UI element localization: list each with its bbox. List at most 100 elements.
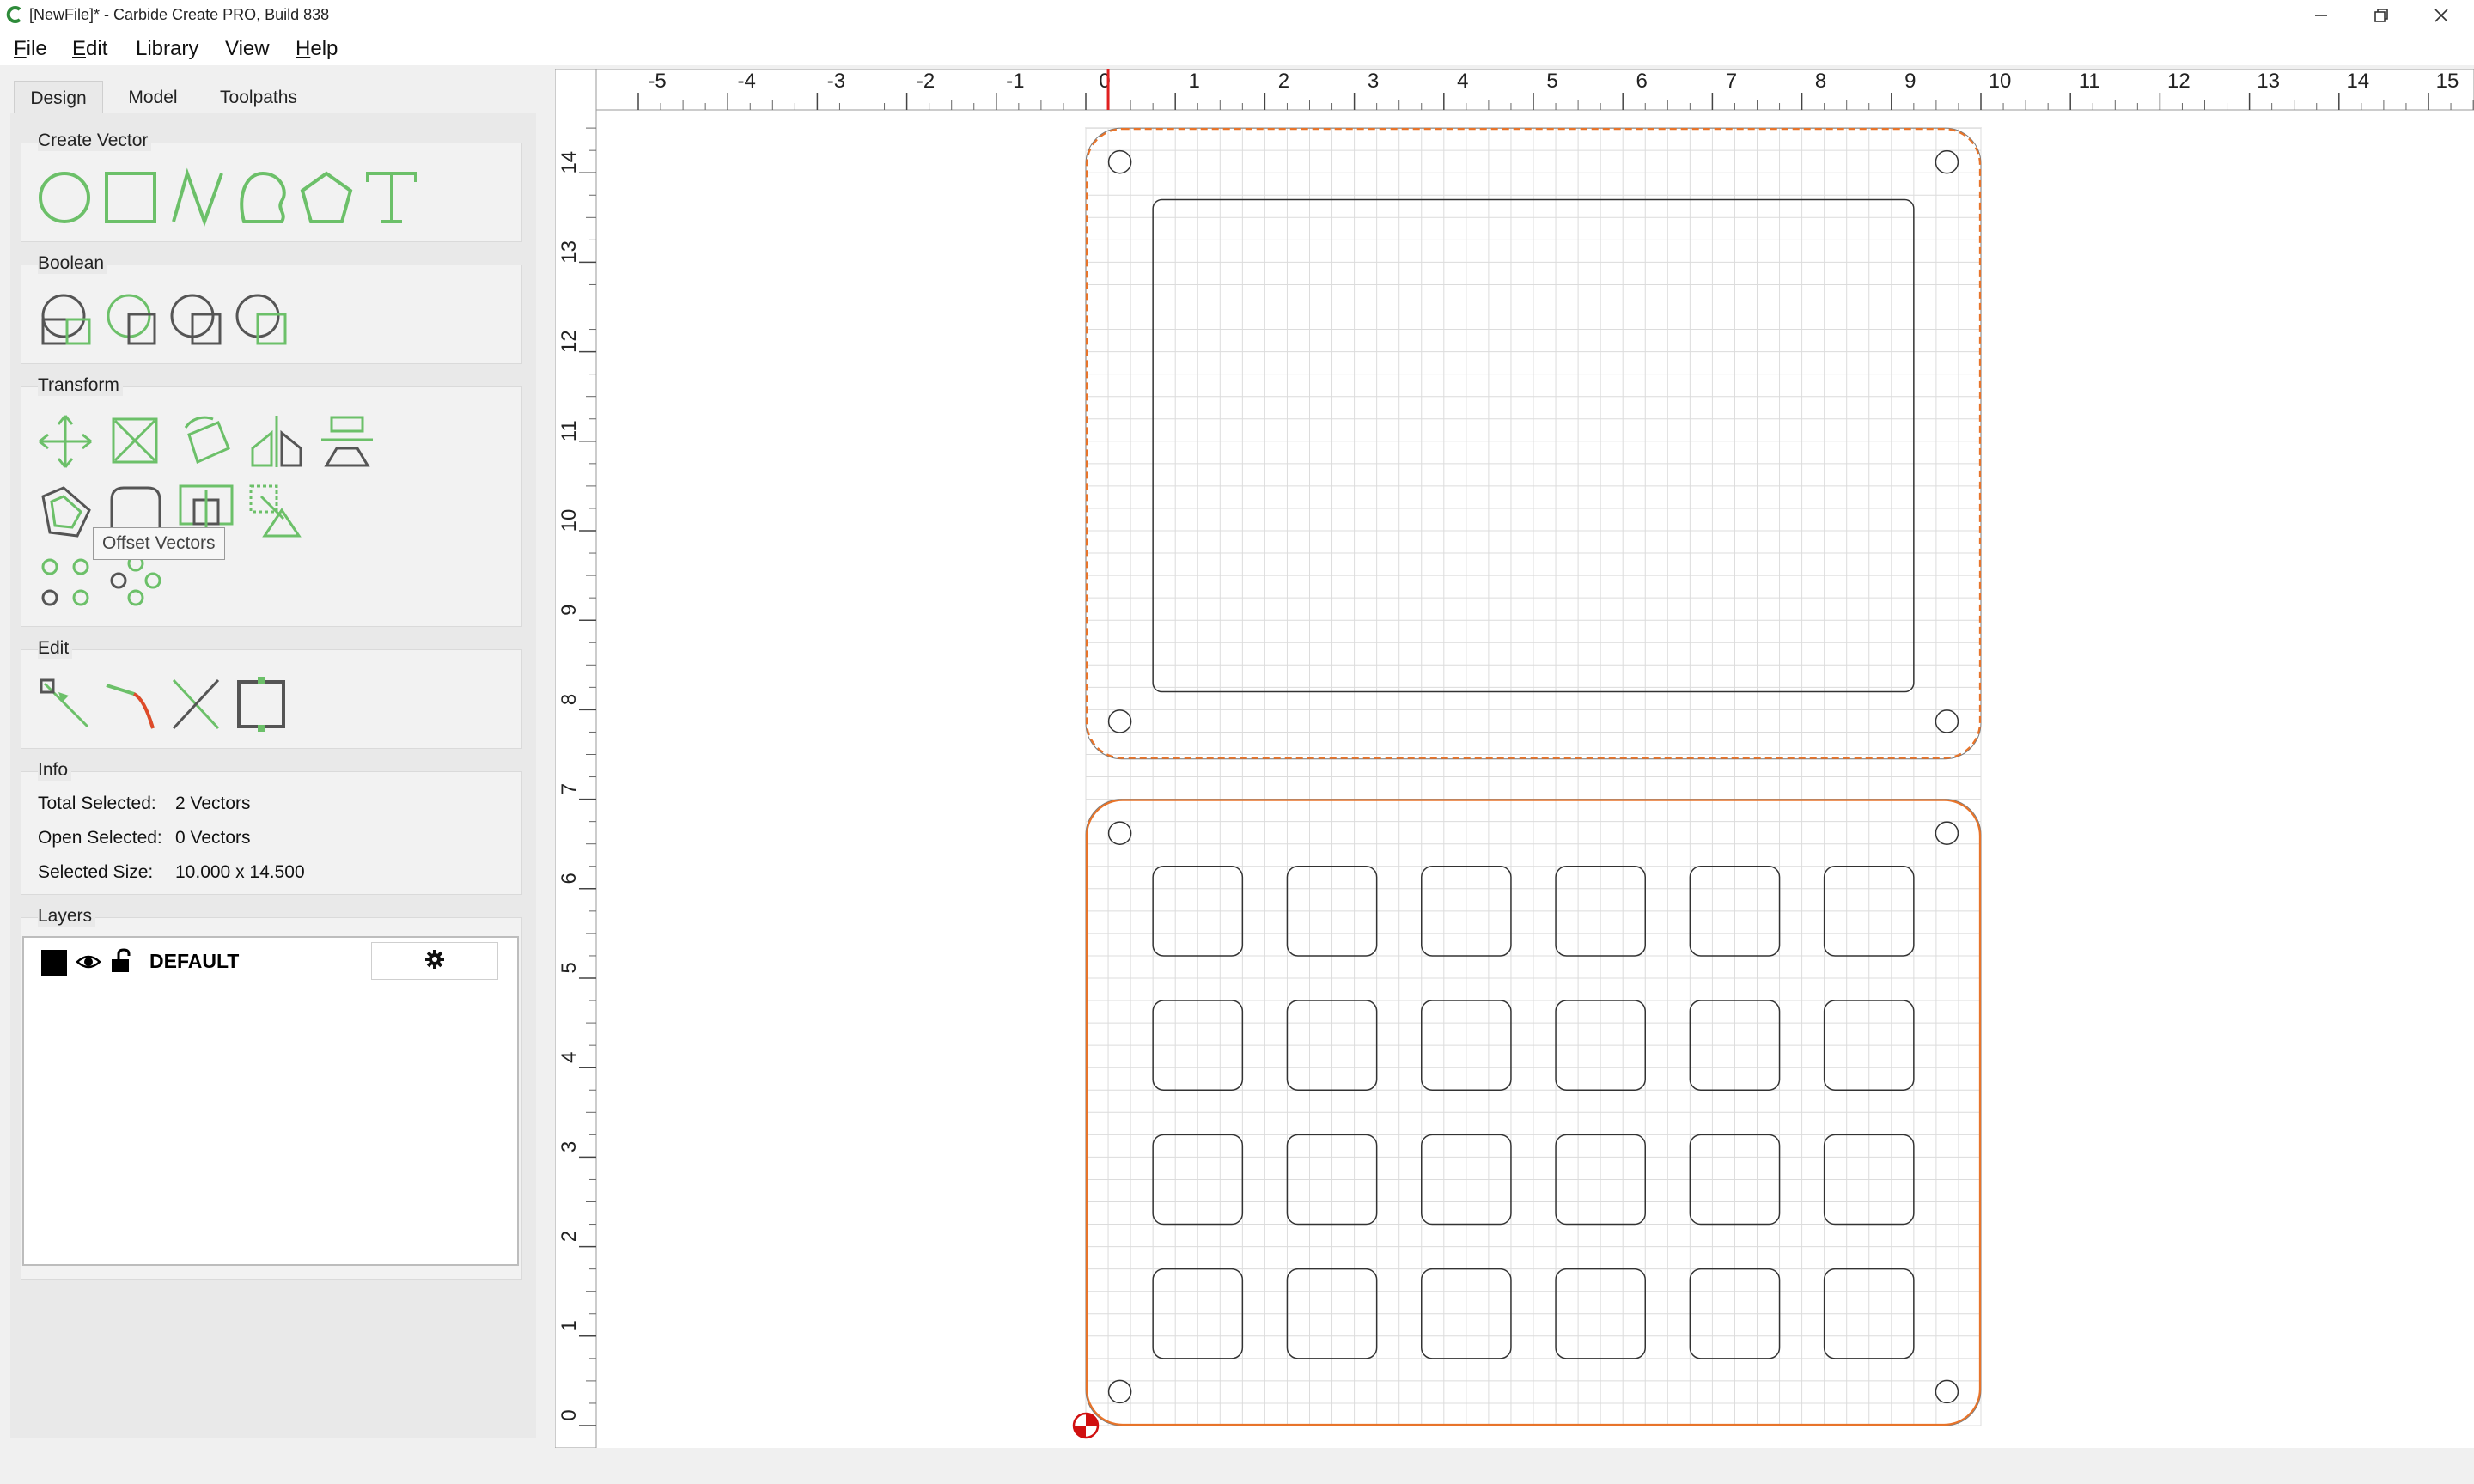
circle-icon[interactable] [38, 170, 93, 225]
origin-quadrant [1074, 1426, 1086, 1438]
grid-lines [1085, 127, 1982, 1426]
rotate-icon[interactable] [179, 414, 234, 469]
layer-color-swatch[interactable] [41, 950, 67, 976]
create-vector-title: Create Vector [38, 131, 152, 151]
transform-title: Transform [38, 375, 123, 396]
polyline-icon[interactable] [170, 167, 225, 227]
total-selected-value: 2 Vectors [175, 794, 251, 813]
cut-icon[interactable] [168, 677, 223, 732]
ruler-label-y: 10 [558, 509, 581, 532]
trim-icon[interactable] [249, 484, 304, 539]
layer-name: DEFAULT [149, 950, 240, 972]
ruler-label-x: 10 [1989, 70, 2012, 93]
close-icon [2434, 8, 2449, 23]
gear-icon [424, 949, 445, 974]
ruler-label-y: 2 [558, 1231, 581, 1242]
ruler-label-y: 5 [558, 962, 581, 973]
ruler-label-x: -2 [917, 70, 935, 93]
total-selected-label: Total Selected: [38, 794, 156, 813]
layer-settings-button[interactable] [371, 942, 498, 980]
smooth-icon[interactable] [103, 677, 158, 732]
offset-vectors-tooltip: Offset Vectors [93, 527, 225, 560]
restore-button[interactable] [2352, 0, 2410, 31]
selected-size-value: 10.000 x 14.500 [175, 862, 305, 882]
ruler-label-y: 9 [558, 605, 581, 616]
unlock-icon[interactable] [110, 948, 134, 978]
ruler-label-y: 14 [558, 151, 581, 174]
design-canvas[interactable]: -5 -4 -3 -2 -1 0 1 2 3 4 5 6 7 8 9 10 11 12 13 14 15 0 1 2 3 4 5 6 7… [555, 69, 2474, 1448]
node-edit-icon[interactable] [38, 677, 93, 732]
ruler-label-x: -5 [648, 70, 666, 93]
mirror-icon[interactable] [249, 414, 304, 469]
restore-icon [2373, 8, 2389, 23]
menu-library[interactable]: Library [136, 37, 198, 61]
ruler-label-y: 13 [558, 240, 581, 264]
layers-list[interactable]: DEFAULT [22, 936, 519, 1266]
ruler-label-x: 14 [2346, 70, 2369, 93]
ruler-label-x: 7 [1726, 70, 1737, 93]
close-button[interactable] [2412, 0, 2471, 31]
ruler-label-x: 13 [2257, 70, 2280, 93]
layers-title: Layers [38, 906, 96, 927]
ruler-label-y: 8 [558, 694, 581, 705]
menu-view[interactable]: View [225, 37, 270, 61]
ruler-label-x: 2 [1278, 70, 1289, 93]
subtract-icon[interactable] [103, 292, 158, 347]
minimize-button[interactable] [2292, 0, 2350, 31]
ruler-label-y: 3 [558, 1141, 581, 1153]
bounding-box-icon[interactable] [234, 677, 289, 732]
eye-icon[interactable] [76, 950, 101, 978]
menu-edit[interactable]: Edit [72, 37, 107, 61]
ruler-label-y: 11 [558, 420, 581, 441]
intersect-icon[interactable] [168, 292, 223, 347]
align-icon[interactable] [320, 414, 375, 469]
ruler-label-x: 9 [1904, 70, 1916, 93]
rectangle-icon[interactable] [103, 170, 158, 225]
ruler-label-y: 7 [558, 783, 581, 794]
move-icon[interactable] [38, 414, 93, 469]
polygon-icon[interactable] [299, 170, 354, 225]
selected-size-label: Selected Size: [38, 862, 154, 882]
exclude-icon[interactable] [234, 292, 289, 347]
ruler-label-x: 11 [2079, 70, 2100, 93]
text-icon[interactable] [364, 170, 419, 225]
minimize-icon [2313, 8, 2329, 23]
ruler-label-x: 5 [1546, 70, 1557, 93]
tab-design[interactable]: Design [14, 81, 103, 116]
open-selected-value: 0 Vectors [175, 828, 251, 848]
ruler-label-x: 12 [2167, 70, 2191, 93]
ruler-label-x: -4 [738, 70, 756, 93]
ruler-label-y: 0 [558, 1409, 581, 1420]
tab-toolpaths[interactable]: Toolpaths [203, 81, 314, 115]
layer-row[interactable]: DEFAULT [41, 946, 350, 977]
menu-help[interactable]: Help [296, 37, 338, 61]
ruler-label-x: 3 [1368, 70, 1379, 93]
ruler-label-x: -1 [1006, 70, 1024, 93]
ruler-label-x: 1 [1189, 70, 1200, 93]
menu-file[interactable]: File [14, 37, 47, 61]
ruler-label-y: 12 [558, 330, 581, 353]
canvas-drawing[interactable]: -5 -4 -3 -2 -1 0 1 2 3 4 5 6 7 8 9 10 11 12 13 14 1501234567… [555, 69, 2474, 1448]
offset-icon[interactable] [38, 484, 93, 539]
title-bar: [NewFile]* - Carbide Create PRO, Build 8… [0, 0, 2474, 31]
ruler-label-y: 6 [558, 873, 581, 884]
menu-bar: File Edit Library View Help [0, 31, 2474, 65]
grid-array-icon[interactable] [38, 555, 93, 610]
union-icon[interactable] [38, 292, 93, 347]
tab-model[interactable]: Model [119, 81, 187, 115]
ruler-label-x: 4 [1457, 70, 1468, 93]
scale-icon[interactable] [108, 414, 163, 469]
ruler-label-x: 8 [1815, 70, 1826, 93]
curve-icon[interactable] [237, 170, 292, 225]
ruler-label-y: 4 [558, 1052, 581, 1063]
open-selected-label: Open Selected: [38, 828, 162, 848]
boolean-title: Boolean [38, 253, 108, 274]
circular-array-icon[interactable] [108, 555, 163, 610]
ruler-label-x: 15 [2436, 70, 2459, 93]
ruler-label-y: 1 [558, 1320, 581, 1331]
ruler-label-x: 6 [1636, 70, 1648, 93]
carbide-c-icon [5, 5, 24, 24]
ruler-label-x: -3 [827, 70, 845, 93]
window-title: [NewFile]* - Carbide Create PRO, Build 8… [29, 6, 330, 23]
info-title: Info [38, 760, 72, 781]
